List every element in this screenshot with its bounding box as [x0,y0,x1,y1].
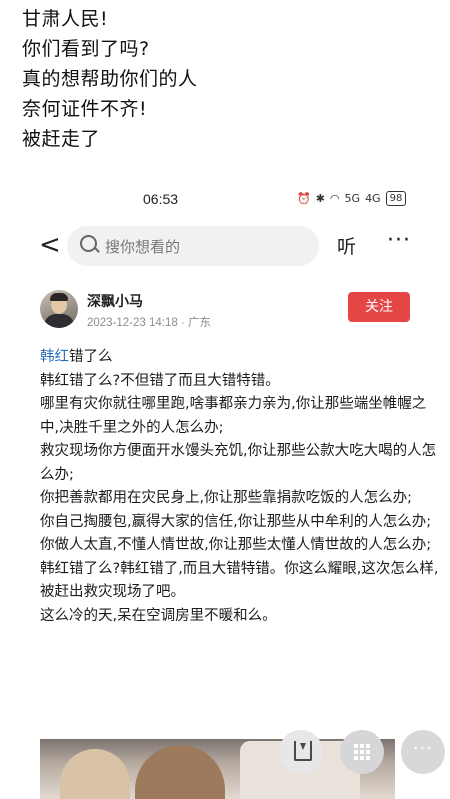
top-nav: < 搜你想看的 听 ··· [25,222,450,272]
ellipsis-icon: ··· [412,738,434,759]
article-paragraph: 你做人太直,不懂人情世故,你让那些太懂人情世故的人怎么办; [40,537,432,553]
caption-line: 甘肃人民! [22,8,109,30]
author-name[interactable]: 深飘小马 [87,291,143,311]
avatar[interactable] [40,290,78,328]
caption-line: 被赶走了 [22,128,101,150]
status-time: 06:53 [143,191,179,207]
search-input[interactable]: 搜你想看的 [67,226,319,266]
caption-line: 真的想帮助你们的人 [22,68,198,90]
follow-button[interactable]: 关注 [348,292,410,322]
more-floating-button[interactable]: ··· [401,730,445,774]
status-bar: 06:53 ⏰ ✱ ◠ 5G 4G 98 [25,180,450,222]
alarm-icon: ⏰ [297,192,311,205]
search-placeholder: 搜你想看的 [105,238,181,256]
status-icons: ⏰ ✱ ◠ 5G 4G 98 [297,191,407,206]
phone-screenshot: 06:53 ⏰ ✱ ◠ 5G 4G 98 < 搜你想看的 听 ··· 深飘小马 … [25,180,450,799]
article-paragraph: 这么冷的天,呆在空调房里不暖和么。 [40,607,277,624]
caption-line: 你们看到了吗? [22,38,150,60]
article-paragraph: 你自己掏腰包,赢得大家的信任,你让那些从中牟利的人怎么办; [40,513,432,530]
more-options-button[interactable]: ··· [387,228,411,253]
article-body: 韩红错了么 韩红错了么?不但错了而且大错特错。 哪里有灾你就往哪里跑,啥事都亲力… [40,346,440,628]
article-title-text: 错了么 [69,349,113,365]
download-button[interactable] [279,730,323,774]
listen-button[interactable]: 听 [337,232,356,259]
article-paragraph: 哪里有灾你就往哪里跑,啥事都亲力亲为,你让那些端坐帷幄之中,决胜千里之外的人怎么… [40,396,427,436]
post-meta: 2023-12-23 14:18 · 广东 [87,317,212,329]
wifi-icon: ◠ [329,192,340,205]
apps-button[interactable] [340,730,384,774]
signal-5g-icon: 5G [344,192,361,205]
signal-4g-icon: 4G [365,192,381,205]
topic-link[interactable]: 韩红 [40,349,69,365]
article-paragraph: 韩红错了么?韩红错了,而且大错特错。你这么耀眼,这次怎么样,被赶出救灾现场了吧。 [40,560,439,601]
article-title: 韩红错了么 [40,346,440,370]
article-paragraph: 救灾现场你方便面开水馒头充饥,你让那些公款大吃大喝的人怎么办; [40,443,437,483]
battery-indicator: 98 [385,191,407,206]
article-paragraph: 韩红错了么?不但错了而且大错特错。 [40,372,280,389]
search-icon [80,235,97,252]
author-header: 深飘小马 2023-12-23 14:18 · 广东 关注 [25,280,450,340]
back-button[interactable]: < [39,232,61,258]
article-paragraph: 你把善款都用在灾民身上,你让那些靠捐款吃饭的人怎么办; [40,490,412,506]
caption-line: 奈何证件不齐! [22,98,148,120]
caption-block: 甘肃人民! 你们看到了吗? 真的想帮助你们的人 奈何证件不齐! 被赶走了 [22,4,198,154]
bluetooth-icon: ✱ [315,192,325,205]
download-icon [294,741,312,761]
grid-icon [354,744,370,760]
